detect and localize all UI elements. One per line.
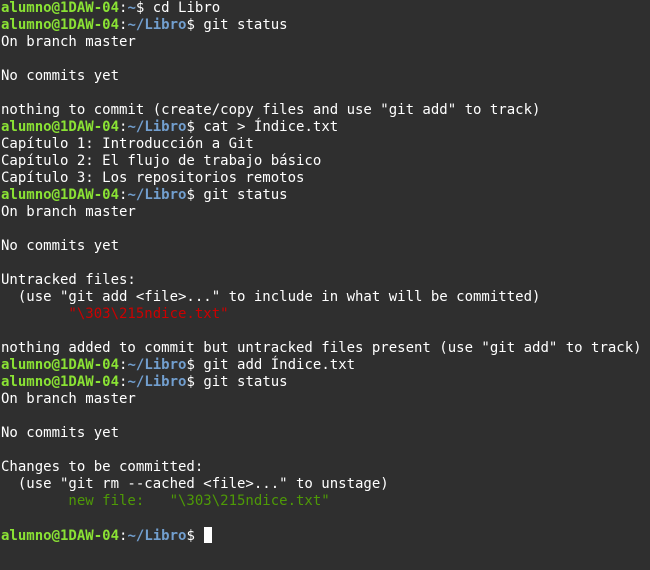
prompt-dir: /Libro <box>135 119 187 135</box>
output-line: No commits yet <box>1 425 120 441</box>
command-text: git status <box>203 374 288 390</box>
prompt-home: ~ <box>127 374 136 390</box>
terminal-line: alumno@1DAW-04:~/Libro$ cat > Índice.txt <box>0 119 650 136</box>
prompt-dir: /Libro <box>135 374 187 390</box>
output-line: (use "git rm --cached <file>..." to unst… <box>1 476 389 492</box>
prompt-dollar: $ <box>186 528 204 544</box>
prompt-user-host: alumno@1DAW-04 <box>1 119 120 135</box>
output-line: Changes to be committed: <box>1 459 204 475</box>
prompt-dir: /Libro <box>135 357 187 373</box>
prompt-dollar: $ <box>186 187 204 203</box>
prompt-home: ~ <box>127 17 136 33</box>
prompt-dollar: $ <box>135 0 153 16</box>
output-line: On branch master <box>1 391 136 407</box>
prompt-home: ~ <box>127 0 136 16</box>
prompt-user-host: alumno@1DAW-04 <box>1 17 120 33</box>
output-line: On branch master <box>1 204 136 220</box>
command-text: cd Libro <box>152 0 221 16</box>
prompt-dollar: $ <box>186 357 204 373</box>
untracked-file: "\303\215ndice.txt" <box>1 306 229 322</box>
output-line: On branch master <box>1 34 136 50</box>
terminal-line: alumno@1DAW-04:~/Libro$ git status <box>0 17 650 34</box>
output-line: (use "git add <file>..." to include in w… <box>1 289 541 305</box>
prompt-dir: /Libro <box>135 187 187 203</box>
output-line: No commits yet <box>1 68 120 84</box>
prompt-user-host: alumno@1DAW-04 <box>1 528 120 544</box>
command-text: git add Índice.txt <box>203 357 356 373</box>
prompt-home: ~ <box>127 528 136 544</box>
staged-file: new file: "\303\215ndice.txt" <box>1 493 330 509</box>
output-line: Capítulo 2: El flujo de trabajo básico <box>1 153 322 169</box>
text-cursor[interactable] <box>204 527 213 543</box>
prompt-dollar: $ <box>186 374 204 390</box>
command-text: git status <box>203 187 288 203</box>
command-text: git status <box>203 17 288 33</box>
prompt-home: ~ <box>127 187 136 203</box>
output-line: No commits yet <box>1 238 120 254</box>
prompt-dollar: $ <box>186 119 204 135</box>
prompt-dollar: $ <box>186 17 204 33</box>
output-line: Capítulo 1: Introducción a Git <box>1 136 254 152</box>
prompt-user-host: alumno@1DAW-04 <box>1 374 120 390</box>
terminal-window[interactable]: alumno@1DAW-04:~$ cd Libro alumno@1DAW-0… <box>0 0 650 570</box>
prompt-dir: /Libro <box>135 528 187 544</box>
output-line: nothing to commit (create/copy files and… <box>1 102 541 118</box>
terminal-line: alumno@1DAW-04:~/Libro$ git status <box>0 187 650 204</box>
command-text: cat > Índice.txt <box>203 119 339 135</box>
output-line: nothing added to commit but untracked fi… <box>1 340 642 356</box>
prompt-home: ~ <box>127 357 136 373</box>
terminal-line: alumno@1DAW-04:~/Libro$ git status <box>0 374 650 391</box>
output-line: Untracked files: <box>1 272 136 288</box>
prompt-home: ~ <box>127 119 136 135</box>
prompt-user-host: alumno@1DAW-04 <box>1 187 120 203</box>
terminal-line: alumno@1DAW-04:~$ cd Libro <box>0 0 650 17</box>
output-line: Capítulo 3: Los repositorios remotos <box>1 170 305 186</box>
prompt-user-host: alumno@1DAW-04 <box>1 0 120 16</box>
prompt-dir: /Libro <box>135 17 187 33</box>
prompt-user-host: alumno@1DAW-04 <box>1 357 120 373</box>
terminal-line: alumno@1DAW-04:~/Libro$ git add Índice.t… <box>0 357 650 374</box>
terminal-line[interactable]: alumno@1DAW-04:~/Libro$ <box>0 527 650 544</box>
